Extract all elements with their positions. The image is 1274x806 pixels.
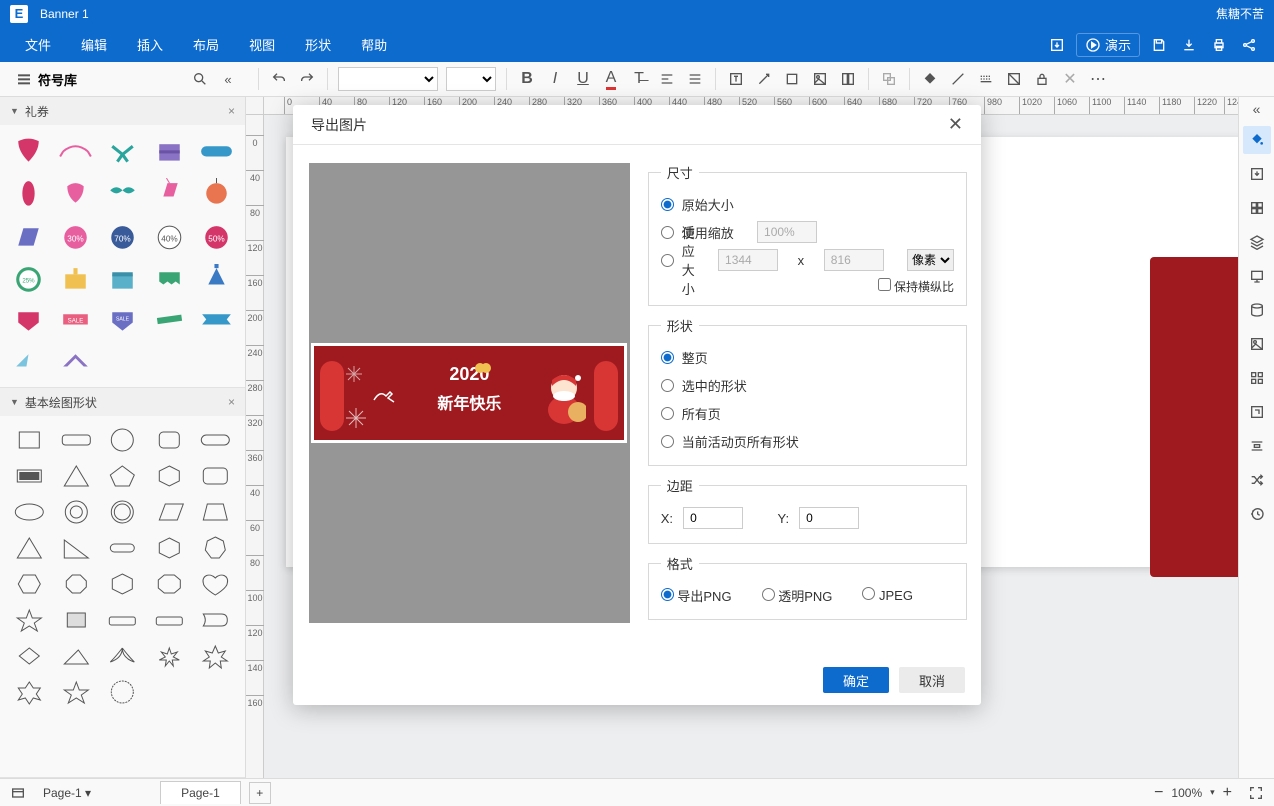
format-png-radio[interactable]: 导出PNG — [661, 586, 732, 605]
format-jpeg-radio[interactable]: JPEG — [862, 587, 913, 603]
fit-width-input — [718, 249, 778, 271]
margin-y-input[interactable] — [799, 507, 859, 529]
shape-active-radio[interactable] — [661, 435, 674, 448]
shape-full-radio[interactable] — [661, 351, 674, 364]
ok-button[interactable]: 确定 — [823, 667, 889, 693]
unit-select[interactable]: 像素 — [907, 249, 954, 271]
shape-selected-radio[interactable] — [661, 379, 674, 392]
fit-height-input — [824, 249, 884, 271]
zoom-value-input — [757, 221, 817, 243]
close-dialog-button[interactable]: ✕ — [948, 114, 963, 135]
export-preview: 2020 新年快乐 — [309, 163, 630, 623]
dialog-title: 导出图片 — [311, 115, 367, 135]
format-fieldset: 格式 导出PNG 透明PNG JPEG — [648, 554, 967, 620]
margin-x-input[interactable] — [683, 507, 743, 529]
cancel-button[interactable]: 取消 — [899, 667, 965, 693]
shape-all-radio[interactable] — [661, 407, 674, 420]
keep-ratio-checkbox[interactable]: 保持横纵比 — [878, 280, 954, 294]
export-image-dialog: 导出图片 ✕ 2020 新年快乐 — [293, 105, 981, 705]
size-fieldset: 尺寸 原始大小 使用缩放 适应大小 x 像素 保持横纵比 — [648, 163, 967, 306]
size-fit-radio[interactable] — [661, 254, 674, 267]
format-tpng-radio[interactable]: 透明PNG — [762, 586, 833, 605]
margin-fieldset: 边距 X: Y: — [648, 476, 967, 544]
shape-fieldset: 形状 整页 选中的形状 所有页 当前活动页所有形状 — [648, 316, 967, 466]
size-original-radio[interactable] — [661, 198, 674, 211]
size-zoom-radio[interactable] — [661, 226, 674, 239]
